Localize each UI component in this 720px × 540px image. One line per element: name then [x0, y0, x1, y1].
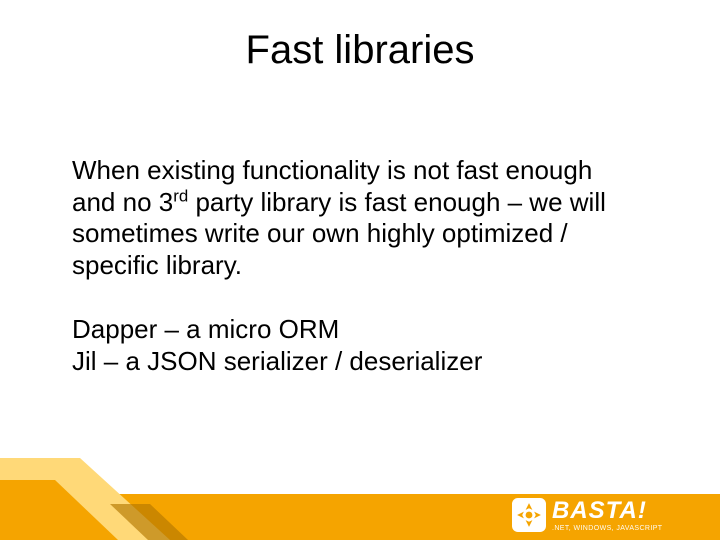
- library-item-dapper: Dapper – a micro ORM: [72, 314, 339, 344]
- slide-body: When existing functionality is not fast …: [72, 155, 640, 409]
- library-list: Dapper – a micro ORM Jil – a JSON serial…: [72, 314, 640, 377]
- library-item-jil: Jil – a JSON serializer / deserializer: [72, 346, 482, 376]
- paragraph-intro: When existing functionality is not fast …: [72, 155, 640, 282]
- logo-name: BASTA!: [552, 499, 662, 523]
- footer-bar: [0, 494, 720, 540]
- footer: BASTA! .NET, WINDOWS, JAVASCRIPT: [0, 458, 720, 540]
- logo-block: BASTA! .NET, WINDOWS, JAVASCRIPT: [512, 496, 702, 534]
- footer-diagonals: [0, 458, 260, 540]
- paragraph-intro-sup: rd: [173, 186, 188, 205]
- basta-logo-icon: [512, 498, 546, 532]
- slide-title: Fast libraries: [0, 28, 720, 73]
- slide: Fast libraries When existing functionali…: [0, 0, 720, 540]
- logo-text: BASTA! .NET, WINDOWS, JAVASCRIPT: [552, 499, 662, 532]
- logo-tagline: .NET, WINDOWS, JAVASCRIPT: [552, 525, 662, 532]
